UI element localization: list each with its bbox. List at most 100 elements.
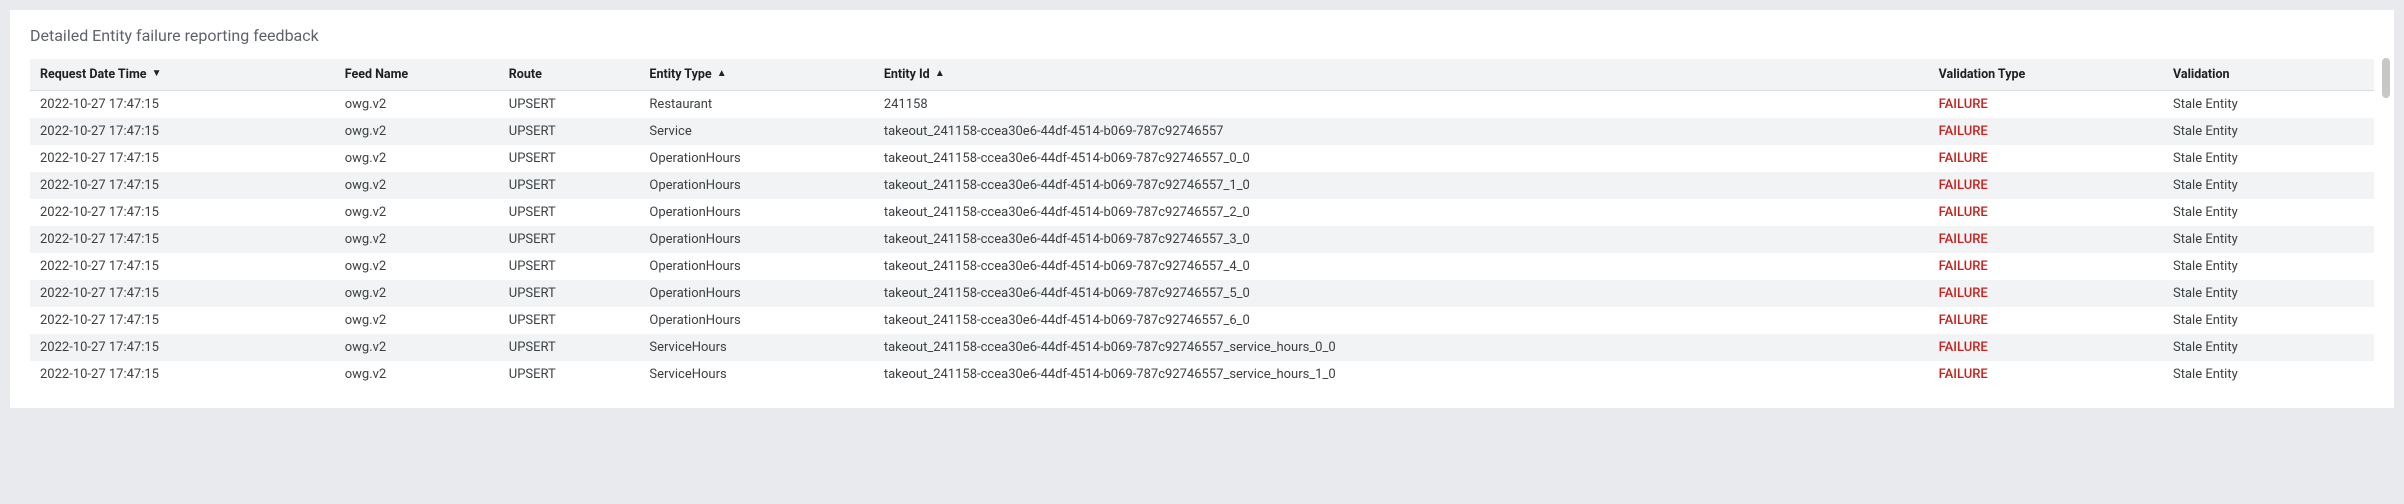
col-label: Feed Name	[345, 67, 408, 82]
cell-route: UPSERT	[499, 226, 640, 253]
cell-validation-type: FAILURE	[1929, 280, 2163, 307]
cell-entity-type: OperationHours	[639, 280, 873, 307]
cell-route: UPSERT	[499, 199, 640, 226]
cell-entity-type: OperationHours	[639, 199, 873, 226]
table-row: 2022-10-27 17:47:15owg.v2UPSERTOperation…	[30, 172, 2374, 199]
cell-entity-id: takeout_241158-ccea30e6-44df-4514-b069-7…	[874, 280, 1929, 307]
cell-request-date-time: 2022-10-27 17:47:15	[30, 199, 335, 226]
scrollbar-thumb[interactable]	[2382, 58, 2390, 98]
col-validation[interactable]: Validation	[2163, 59, 2374, 91]
cell-validation: Stale Entity	[2163, 199, 2374, 226]
table-row: 2022-10-27 17:47:15owg.v2UPSERTOperation…	[30, 226, 2374, 253]
cell-validation: Stale Entity	[2163, 91, 2374, 119]
sort-asc-icon: ▲	[935, 68, 945, 79]
cell-validation-type: FAILURE	[1929, 118, 2163, 145]
cell-entity-id: takeout_241158-ccea30e6-44df-4514-b069-7…	[874, 307, 1929, 334]
cell-validation: Stale Entity	[2163, 226, 2374, 253]
col-label: Validation Type	[1939, 67, 2026, 82]
col-validation-type[interactable]: Validation Type	[1929, 59, 2163, 91]
table-row: 2022-10-27 17:47:15owg.v2UPSERTOperation…	[30, 307, 2374, 334]
cell-validation-type: FAILURE	[1929, 172, 2163, 199]
cell-request-date-time: 2022-10-27 17:47:15	[30, 361, 335, 388]
cell-feed-name: owg.v2	[335, 91, 499, 119]
cell-feed-name: owg.v2	[335, 307, 499, 334]
cell-feed-name: owg.v2	[335, 145, 499, 172]
cell-entity-type: OperationHours	[639, 253, 873, 280]
cell-validation: Stale Entity	[2163, 145, 2374, 172]
col-label: Validation	[2173, 67, 2230, 82]
cell-entity-type: ServiceHours	[639, 361, 873, 388]
table-row: 2022-10-27 17:47:15owg.v2UPSERTOperation…	[30, 199, 2374, 226]
cell-entity-id: 241158	[874, 91, 1929, 119]
table-header-row: Request Date Time ▼ Feed Name Route Enti…	[30, 59, 2374, 91]
cell-entity-type: Service	[639, 118, 873, 145]
cell-feed-name: owg.v2	[335, 334, 499, 361]
cell-entity-id: takeout_241158-ccea30e6-44df-4514-b069-7…	[874, 334, 1929, 361]
cell-route: UPSERT	[499, 172, 640, 199]
col-entity-id[interactable]: Entity Id ▲	[874, 59, 1929, 91]
cell-route: UPSERT	[499, 280, 640, 307]
cell-entity-id: takeout_241158-ccea30e6-44df-4514-b069-7…	[874, 253, 1929, 280]
cell-validation: Stale Entity	[2163, 280, 2374, 307]
cell-validation-type: FAILURE	[1929, 145, 2163, 172]
table-row: 2022-10-27 17:47:15owg.v2UPSERTOperation…	[30, 253, 2374, 280]
cell-validation-type: FAILURE	[1929, 253, 2163, 280]
cell-request-date-time: 2022-10-27 17:47:15	[30, 253, 335, 280]
sort-asc-icon: ▲	[717, 68, 727, 79]
cell-validation: Stale Entity	[2163, 334, 2374, 361]
cell-validation: Stale Entity	[2163, 361, 2374, 388]
col-route[interactable]: Route	[499, 59, 640, 91]
cell-entity-id: takeout_241158-ccea30e6-44df-4514-b069-7…	[874, 118, 1929, 145]
cell-route: UPSERT	[499, 334, 640, 361]
sort-desc-icon: ▼	[152, 68, 162, 79]
cell-request-date-time: 2022-10-27 17:47:15	[30, 226, 335, 253]
cell-feed-name: owg.v2	[335, 118, 499, 145]
cell-entity-type: OperationHours	[639, 307, 873, 334]
cell-entity-type: OperationHours	[639, 226, 873, 253]
cell-entity-type: ServiceHours	[639, 334, 873, 361]
cell-route: UPSERT	[499, 118, 640, 145]
cell-request-date-time: 2022-10-27 17:47:15	[30, 118, 335, 145]
cell-request-date-time: 2022-10-27 17:47:15	[30, 334, 335, 361]
cell-entity-id: takeout_241158-ccea30e6-44df-4514-b069-7…	[874, 145, 1929, 172]
table-row: 2022-10-27 17:47:15owg.v2UPSERTServiceta…	[30, 118, 2374, 145]
cell-request-date-time: 2022-10-27 17:47:15	[30, 145, 335, 172]
cell-validation: Stale Entity	[2163, 118, 2374, 145]
cell-request-date-time: 2022-10-27 17:47:15	[30, 307, 335, 334]
cell-validation-type: FAILURE	[1929, 361, 2163, 388]
cell-feed-name: owg.v2	[335, 172, 499, 199]
col-request-date-time[interactable]: Request Date Time ▼	[30, 59, 335, 91]
col-label: Entity Id	[884, 67, 930, 82]
cell-validation-type: FAILURE	[1929, 307, 2163, 334]
col-entity-type[interactable]: Entity Type ▲	[639, 59, 873, 91]
table-row: 2022-10-27 17:47:15owg.v2UPSERTServiceHo…	[30, 334, 2374, 361]
cell-validation: Stale Entity	[2163, 172, 2374, 199]
table-row: 2022-10-27 17:47:15owg.v2UPSERTRestauran…	[30, 91, 2374, 119]
entity-failure-table: Request Date Time ▼ Feed Name Route Enti…	[30, 59, 2374, 388]
cell-entity-id: takeout_241158-ccea30e6-44df-4514-b069-7…	[874, 172, 1929, 199]
cell-entity-id: takeout_241158-ccea30e6-44df-4514-b069-7…	[874, 226, 1929, 253]
cell-validation-type: FAILURE	[1929, 91, 2163, 119]
panel-title: Detailed Entity failure reporting feedba…	[30, 26, 2374, 45]
cell-entity-type: Restaurant	[639, 91, 873, 119]
cell-feed-name: owg.v2	[335, 226, 499, 253]
cell-request-date-time: 2022-10-27 17:47:15	[30, 280, 335, 307]
cell-entity-id: takeout_241158-ccea30e6-44df-4514-b069-7…	[874, 199, 1929, 226]
cell-route: UPSERT	[499, 253, 640, 280]
cell-feed-name: owg.v2	[335, 280, 499, 307]
col-label: Route	[509, 67, 542, 82]
table-row: 2022-10-27 17:47:15owg.v2UPSERTServiceHo…	[30, 361, 2374, 388]
cell-route: UPSERT	[499, 307, 640, 334]
cell-route: UPSERT	[499, 361, 640, 388]
col-feed-name[interactable]: Feed Name	[335, 59, 499, 91]
cell-entity-id: takeout_241158-ccea30e6-44df-4514-b069-7…	[874, 361, 1929, 388]
cell-route: UPSERT	[499, 91, 640, 119]
table-body: 2022-10-27 17:47:15owg.v2UPSERTRestauran…	[30, 91, 2374, 389]
cell-request-date-time: 2022-10-27 17:47:15	[30, 172, 335, 199]
cell-route: UPSERT	[499, 145, 640, 172]
cell-validation-type: FAILURE	[1929, 334, 2163, 361]
cell-validation-type: FAILURE	[1929, 226, 2163, 253]
cell-request-date-time: 2022-10-27 17:47:15	[30, 91, 335, 119]
cell-feed-name: owg.v2	[335, 199, 499, 226]
col-label: Entity Type	[649, 67, 711, 82]
